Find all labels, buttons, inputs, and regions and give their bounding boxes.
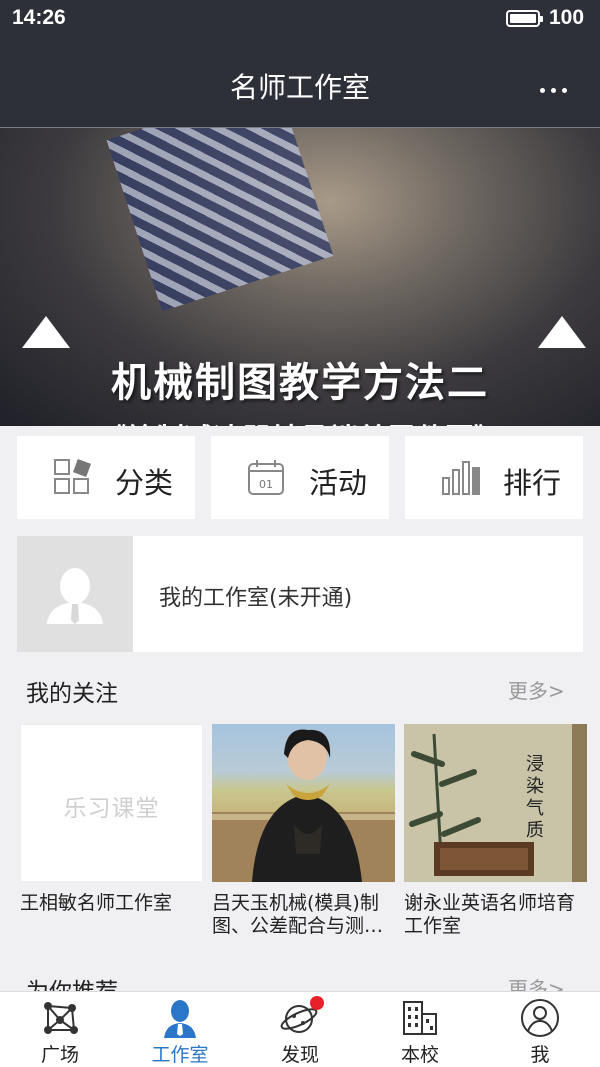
- network-icon: [44, 1002, 78, 1034]
- studio-card[interactable]: 乐习课堂 王相敏名师工作室: [20, 724, 203, 915]
- my-studio-card[interactable]: 我的工作室(未开通): [17, 536, 583, 652]
- tab-me[interactable]: 我: [480, 992, 600, 1067]
- page-title: 名师工作室: [229, 71, 370, 104]
- painting-caption: 浸染气质: [526, 754, 544, 841]
- category-label: 分类: [115, 466, 174, 500]
- tab-studio[interactable]: 工作室: [120, 992, 240, 1067]
- user-icon: [521, 999, 559, 1037]
- activity-button[interactable]: 01 活动: [211, 436, 389, 519]
- tab-school[interactable]: 本校: [360, 992, 480, 1067]
- tab-square[interactable]: 广场: [0, 992, 120, 1067]
- tab-label: 广场: [40, 1044, 79, 1066]
- following-title: 我的关注: [26, 681, 118, 707]
- notification-badge: [310, 996, 324, 1010]
- my-studio-label: 我的工作室(未开通): [159, 586, 353, 611]
- banner-headline: 机械制图教学方法二: [111, 360, 489, 406]
- battery-icon: [506, 10, 543, 27]
- bottom-tab-bar: 广场 工作室 发现 本校 我: [0, 991, 600, 1067]
- studio-thumbnail: 浸染气质: [404, 724, 587, 882]
- person-placeholder-icon: [47, 568, 103, 624]
- category-button[interactable]: 分类: [17, 436, 195, 519]
- tab-label: 发现: [280, 1044, 319, 1066]
- studio-name: 谢永业英语名师培育工作室: [404, 892, 576, 937]
- tab-label: 本校: [400, 1044, 439, 1066]
- triangle-decoration: [22, 316, 70, 348]
- teacher-photo: [212, 729, 395, 882]
- ranking-button[interactable]: 排行: [405, 436, 583, 519]
- studio-name: 吕天玉机械(模具)制图、公差配合与测…: [212, 892, 384, 937]
- bamboo-painting: [404, 724, 587, 882]
- building-icon: [403, 1001, 437, 1035]
- banner-subline: 《绘制减速器轴承端盖零件图》: [0, 416, 600, 426]
- tab-discover[interactable]: 发现: [240, 992, 360, 1067]
- triangle-decoration: [538, 316, 586, 348]
- tie-image: [106, 128, 334, 312]
- studio-card[interactable]: 吕天玉机械(模具)制图、公差配合与测…: [212, 724, 395, 938]
- ranking-label: 排行: [503, 466, 562, 500]
- activity-label: 活动: [309, 466, 368, 500]
- battery-level: 100: [549, 6, 585, 29]
- header: 名师工作室: [0, 38, 600, 128]
- calendar-icon: 01: [248, 460, 284, 495]
- bar-chart-icon: [442, 461, 480, 495]
- studio-thumbnail: [212, 724, 395, 882]
- tab-label: 我: [530, 1044, 550, 1066]
- teacher-icon: [164, 1000, 196, 1038]
- thumb-logo-text: 乐习课堂: [63, 796, 160, 822]
- status-bar: 14:26 100: [0, 0, 600, 38]
- svg-text:01: 01: [259, 478, 273, 491]
- avatar: [17, 536, 133, 652]
- studio-thumbnail: 乐习课堂: [20, 724, 203, 882]
- status-time: 14:26: [12, 6, 66, 29]
- tab-label: 工作室: [151, 1044, 209, 1066]
- following-more-link[interactable]: 更多>: [508, 675, 565, 704]
- studio-name: 王相敏名师工作室: [20, 892, 173, 914]
- grid-icon: [54, 459, 91, 494]
- more-icon[interactable]: [540, 78, 576, 93]
- banner-carousel[interactable]: 机械制图教学方法二 《绘制减速器轴承端盖零件图》 ★★★: [0, 128, 600, 426]
- studio-card[interactable]: 浸染气质 谢永业英语名师培育工作室: [404, 724, 587, 938]
